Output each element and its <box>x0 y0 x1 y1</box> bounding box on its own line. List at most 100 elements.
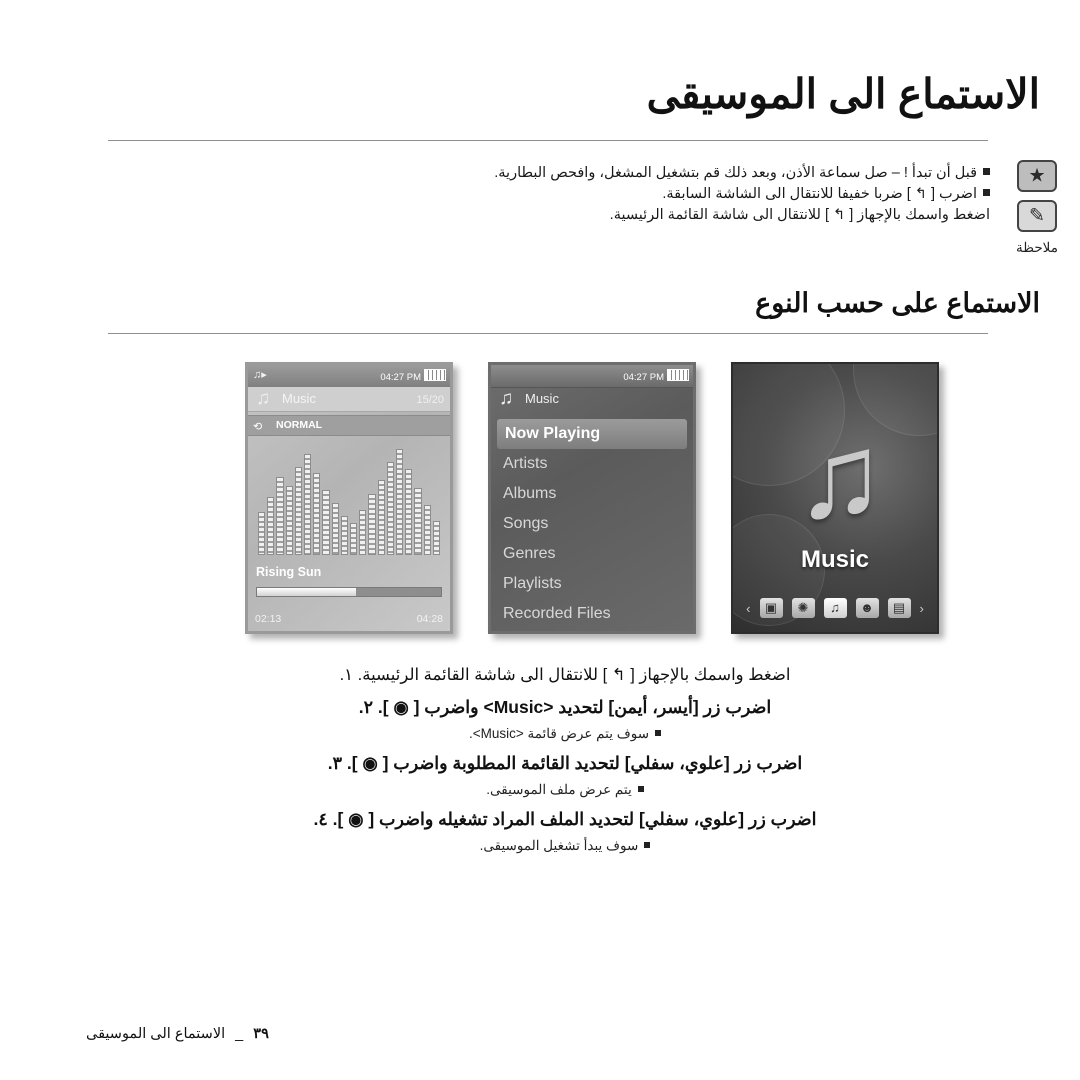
equalizer-bar <box>396 449 404 555</box>
note-line-text: اضرب [ ↰ ] ضربا خفيفا للانتقال الى الشاش… <box>662 186 977 202</box>
menu-item-genres[interactable]: Genres <box>491 539 693 569</box>
step-2-label: اضرب زر [أيسر، أيمن] لتحديد <Music> واضر… <box>377 697 772 717</box>
elapsed-time: 02:13 <box>255 613 282 625</box>
music-note-icon: ♫ <box>499 388 514 409</box>
step-2-sub-label: سوف يتم عرض قائمة <Music>. <box>468 726 650 741</box>
step-1-text: اضغط واسمك بالإجهاز [ ↰ ] للانتقال الى ش… <box>90 660 1040 690</box>
equalizer-bar <box>304 453 312 555</box>
equalizer-bar <box>423 505 431 555</box>
step-4-label: اضرب زر [علوي، سفلي] لتحديد الملف المراد… <box>332 809 817 829</box>
repeat-icon: ⟲ <box>253 421 263 433</box>
equalizer-bar <box>377 479 385 555</box>
progress-bar <box>256 587 442 597</box>
equalizer-bar <box>386 462 395 555</box>
section-divider <box>108 333 988 334</box>
step-4-text: اضرب زر [علوي، سفلي] لتحديد الملف المراد… <box>90 804 1040 834</box>
note-line: اضرب [ ↰ ] ضربا خفيفا للانتقال الى الشاش… <box>130 184 990 205</box>
step-2-number: ٢. <box>358 697 374 717</box>
equalizer-bar <box>258 511 266 555</box>
device-screenshots: ♫▸ 04:27 PM ♫ Music 15/20 ⟲ NORMAL Risin… <box>240 362 950 642</box>
status-bar: 04:27 PM <box>491 365 693 388</box>
menu-item-now-playing[interactable]: Now Playing <box>497 419 687 449</box>
music-note-icon[interactable]: ♫ <box>823 598 847 618</box>
star-icon-glyph: ★ <box>1028 165 1046 187</box>
screen-title: Music <box>525 391 559 406</box>
step-4-sub-label: سوف يبدأ تشغيل الموسيقى. <box>479 838 639 853</box>
pencil-note-icon: ✎ <box>1017 200 1057 232</box>
track-title: Rising Sun <box>256 565 322 579</box>
menu-item-playlists[interactable]: Playlists <box>491 569 693 599</box>
screenshot-now-playing: ♫▸ 04:27 PM ♫ Music 15/20 ⟲ NORMAL Risin… <box>245 362 453 634</box>
menu-item-songs[interactable]: Songs <box>491 509 693 539</box>
step-3-label: اضرب زر [علوي، سفلي] لتحديد القائمة المط… <box>346 753 803 773</box>
music-note-icon: ♫ <box>795 409 885 543</box>
note-lines: قبل أن تبدأ ! – صل سماعة الأذن، وبعد ذلك… <box>130 163 990 226</box>
instruction-steps: اضغط واسمك بالإجهاز [ ↰ ] للانتقال الى ش… <box>90 660 1040 860</box>
battery-icon <box>667 369 689 381</box>
step-3-text: اضرب زر [علوي، سفلي] لتحديد القائمة المط… <box>90 748 1040 778</box>
step-3: اضرب زر [علوي، سفلي] لتحديد القائمة المط… <box>90 748 1040 802</box>
equalizer-bar <box>285 486 293 555</box>
picture-icon[interactable]: ▤ <box>887 598 911 618</box>
total-time: 04:28 <box>416 613 443 625</box>
note-line: اضغط واسمك بالإجهاز [ ↰ ] للانتقال الى ش… <box>130 205 990 226</box>
step-3-sub: يتم عرض ملف الموسيقى. <box>90 778 1040 802</box>
title-divider <box>108 140 988 141</box>
main-menu-caption: Music <box>800 546 869 573</box>
note-icon-column: ★ ✎ ملاحظة <box>1002 160 1072 256</box>
status-note-icon: ♫▸ <box>253 369 267 381</box>
main-menu-icon-bar: ‹ ▣ ✺ ♫ ☻ ▤ › <box>739 598 931 618</box>
step-4-sub: سوف يبدأ تشغيل الموسيقى. <box>90 834 1040 858</box>
page-title: الاستماع الى الموسيقى <box>646 71 1040 117</box>
status-time: 04:27 PM <box>380 369 446 383</box>
bullet-icon <box>983 168 990 175</box>
step-1-number: ١. <box>339 666 354 684</box>
chevron-left-icon[interactable]: ‹ <box>746 601 750 616</box>
screen-title: Music <box>282 391 316 406</box>
screenshot-main-menu: ♫ Music ‹ ▣ ✺ ♫ ☻ ▤ › <box>731 362 939 634</box>
music-note-icon: ♫ <box>256 388 271 409</box>
track-count: 15/20 <box>416 394 444 406</box>
section-heading: الاستماع على حسب النوع <box>755 288 1040 318</box>
bullet-icon <box>637 786 644 792</box>
step-3-sub-label: يتم عرض ملف الموسيقى. <box>486 782 632 797</box>
equalizer-bar <box>322 490 330 555</box>
step-2-sub: سوف يتم عرض قائمة <Music>. <box>90 722 1040 746</box>
equalizer-bar <box>405 468 413 555</box>
footer-text: الاستماع الى الموسيقى <box>86 1026 226 1042</box>
video-icon[interactable]: ☻ <box>855 598 879 618</box>
pencil-note-icon-glyph: ✎ <box>1029 205 1045 227</box>
page-footer: ٣٩ _ الاستماع الى الموسيقى <box>86 1026 269 1042</box>
bullet-icon <box>655 730 662 736</box>
equalizer-bar <box>432 520 441 555</box>
menu-item-recorded-files[interactable]: Recorded Files <box>491 599 693 629</box>
chevron-right-icon[interactable]: › <box>920 601 924 616</box>
step-4: اضرب زر [علوي، سفلي] لتحديد الملف المراد… <box>90 804 1040 858</box>
step-2: اضرب زر [أيسر، أيمن] لتحديد <Music> واضر… <box>90 692 1040 746</box>
menu-item-albums[interactable]: Albums <box>491 479 693 509</box>
note-line-text: قبل أن تبدأ ! – صل سماعة الأذن، وبعد ذلك… <box>494 165 977 181</box>
star-icon: ★ <box>1017 160 1057 192</box>
step-4-number: ٤. <box>313 809 328 829</box>
note-line-text: اضغط واسمك بالإجهاز [ ↰ ] للانتقال الى ش… <box>609 207 990 223</box>
settings-gear-icon[interactable]: ✺ <box>791 598 815 618</box>
screenshot-music-menu: 04:27 PM ♫ Music Now Playing Artists Alb… <box>488 362 696 634</box>
step-3-number: ٣. <box>327 753 343 773</box>
battery-icon <box>424 369 446 381</box>
note-caption: ملاحظة <box>1016 240 1058 255</box>
page-number: ٣٩ <box>253 1026 269 1042</box>
manual-page: الاستماع الى الموسيقى ★ ✎ ملاحظة قبل أن … <box>0 0 1080 1080</box>
equalizer-bar <box>267 496 275 555</box>
menu-item-music-browser[interactable]: Music Browser <box>491 629 693 631</box>
menu-item-artists[interactable]: Artists <box>491 449 693 479</box>
repeat-mode-label: NORMAL <box>276 419 323 431</box>
file-browser-icon[interactable]: ▣ <box>759 598 783 618</box>
step-1-label: اضغط واسمك بالإجهاز [ ↰ ] للانتقال الى ش… <box>357 666 791 684</box>
equalizer-bar <box>276 477 284 555</box>
footer-separator: _ <box>235 1026 244 1042</box>
bullet-icon <box>644 842 651 848</box>
status-bar: ♫▸ 04:27 PM <box>248 365 450 388</box>
status-time: 04:27 PM <box>623 369 689 383</box>
note-line: قبل أن تبدأ ! – صل سماعة الأذن، وبعد ذلك… <box>130 163 990 184</box>
step-1: اضغط واسمك بالإجهاز [ ↰ ] للانتقال الى ش… <box>90 660 1040 690</box>
